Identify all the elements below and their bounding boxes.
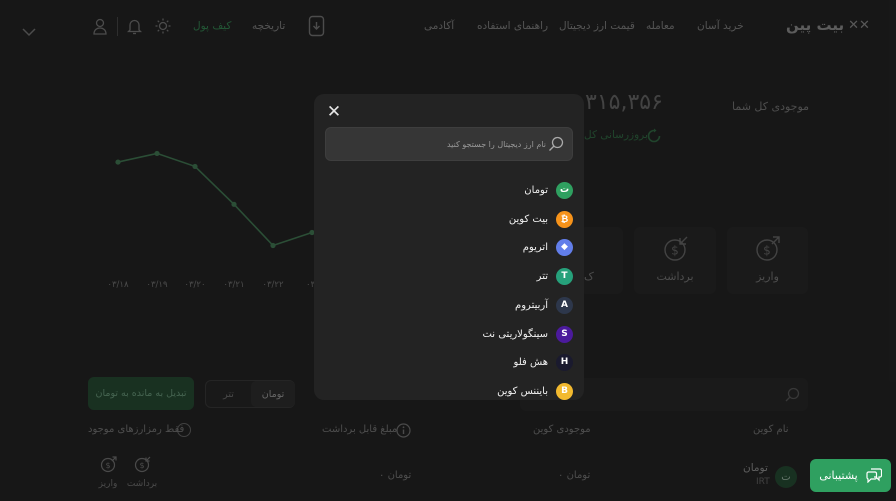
coin-item[interactable]: بایننس کوین B (333, 380, 573, 400)
coin-item[interactable]: بیت کوین ₿ (333, 208, 573, 230)
coin-name: اتریوم (522, 241, 548, 253)
coin-name: بایننس کوین (497, 385, 548, 397)
coin-name: بیت کوین (508, 213, 548, 225)
coin-item[interactable]: تتر T (333, 265, 573, 287)
coin-name: آربیتروم (515, 299, 548, 311)
coin-logo-icon: A (556, 296, 573, 314)
coin-logo-icon: ₿ (556, 210, 573, 228)
chat-icon (866, 468, 882, 483)
coin-name: تتر (536, 270, 548, 282)
coin-item[interactable]: آربیتروم A (333, 294, 573, 316)
support-button[interactable]: پشتیبانی (810, 459, 891, 492)
coin-logo-icon: H (556, 353, 573, 371)
coin-name: هش فلو (513, 356, 548, 368)
coin-search-box (325, 127, 573, 161)
coin-logo-icon: B (556, 382, 573, 400)
coin-name: سینگولاریتی نت (482, 328, 548, 340)
coin-logo-icon: ت (556, 181, 573, 199)
coin-name: تومان (524, 184, 548, 196)
close-icon[interactable]: ✕ (326, 104, 342, 121)
coin-search-input[interactable] (346, 128, 546, 160)
coin-item[interactable]: اتریوم ◆ (333, 236, 573, 258)
search-icon (549, 136, 564, 151)
coin-select-modal: ✕ تومان ت بیت کوین ₿ اتریوم ◆ تتر T آربیتروم A سین… (314, 94, 584, 400)
coin-logo-icon: S (556, 325, 573, 343)
support-label: پشتیبانی (819, 469, 858, 482)
coin-item[interactable]: تومان ت (333, 179, 573, 201)
coin-logo-icon: T (556, 267, 573, 285)
coin-item[interactable]: هش فلو H (333, 351, 573, 373)
coin-item[interactable]: سینگولاریتی نت S (333, 323, 573, 345)
coin-logo-icon: ◆ (556, 238, 573, 256)
